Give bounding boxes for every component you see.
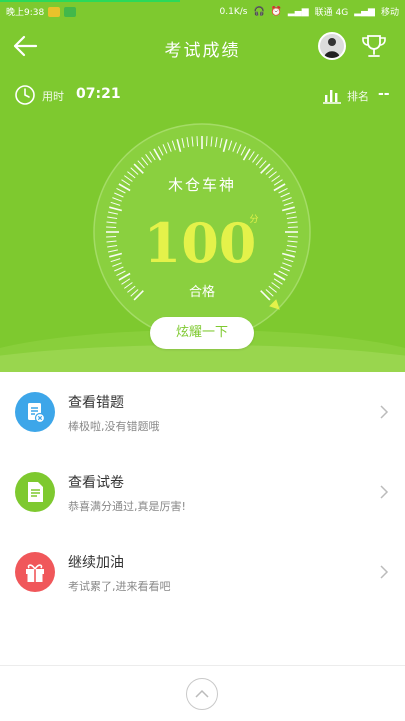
gauge-tick — [287, 236, 298, 238]
gauge-tick — [106, 226, 117, 228]
share-button[interactable]: 炫耀一下 — [150, 317, 254, 349]
action-list: 查看错题 棒极啦,没有错题哦 查看试卷 恭喜满分通过,真是厉害! 继续加油 考试… — [0, 372, 405, 612]
trophy-icon[interactable] — [360, 32, 388, 60]
item-subtitle: 棒极啦,没有错题哦 — [68, 420, 160, 433]
signal-icon-2: ▂▄▆ — [354, 6, 375, 17]
rank-chart-icon — [323, 90, 341, 104]
score-gauge: 木仓车神 100 分 合格 — [93, 123, 311, 341]
score-unit: 分 — [249, 214, 258, 225]
time-rank-row: 用时 07:21 排名 -- — [0, 82, 405, 110]
item-title: 继续加油 — [68, 555, 124, 571]
chevron-right-icon — [380, 565, 389, 579]
exam-paper-icon — [15, 472, 55, 512]
user-avatar-icon — [320, 34, 344, 58]
rank-value: -- — [378, 86, 390, 102]
item-subtitle: 恭喜满分通过,真是厉害! — [68, 500, 186, 513]
wrong-questions-icon — [15, 392, 55, 432]
app-notification-icon — [48, 6, 61, 17]
gauge-tick — [196, 136, 198, 147]
user-name: 木仓车神 — [168, 176, 236, 194]
chevron-right-icon — [380, 485, 389, 499]
list-item-keep-going[interactable]: 继续加油 考试累了,进来看看吧 — [0, 532, 405, 612]
status-time: 晚上9:38 — [6, 8, 45, 18]
signal-icon: ▂▄▆ — [287, 6, 309, 17]
time-used-value: 07:21 — [76, 86, 121, 102]
item-title: 查看错题 — [68, 395, 124, 411]
time-used-label: 用时 — [42, 90, 64, 103]
clock-icon — [15, 85, 35, 105]
network-speed: 0.1K/s — [219, 6, 248, 17]
item-subtitle: 考试累了,进来看看吧 — [68, 580, 171, 593]
headphone-icon: 🎧 — [253, 6, 265, 17]
item-title: 查看试卷 — [68, 475, 124, 491]
carrier-label-2: 移动 — [380, 8, 399, 18]
chevron-up-icon — [195, 689, 209, 698]
scroll-up-button[interactable] — [186, 678, 218, 710]
status-bar: 晚上9:38 0.1K/s 🎧 ⏰ ▂▄▆ 联通 4G ▂▄▆ 移动 — [0, 0, 405, 20]
gauge-tick — [206, 136, 208, 147]
avatar[interactable] — [318, 32, 346, 60]
wechat-notification-icon — [64, 6, 77, 17]
pass-verdict: 合格 — [189, 284, 215, 300]
gauge-tick — [287, 226, 298, 228]
result-header-panel: 晚上9:38 0.1K/s 🎧 ⏰ ▂▄▆ 联通 4G ▂▄▆ 移动 考试成绩 — [0, 0, 405, 372]
decor-wave-2 — [0, 345, 405, 372]
score-value: 100 — [144, 211, 257, 275]
list-item-exam-paper[interactable]: 查看试卷 恭喜满分通过,真是厉害! — [0, 452, 405, 532]
gauge-tick — [106, 236, 117, 238]
list-item-wrong-questions[interactable]: 查看错题 棒极啦,没有错题哦 — [0, 372, 405, 452]
rank-label: 排名 — [347, 90, 369, 103]
gift-icon — [15, 552, 55, 592]
top-nav: 考试成绩 — [0, 22, 405, 70]
chevron-right-icon — [380, 405, 389, 419]
carrier-label: 联通 4G — [314, 8, 349, 18]
alarm-icon: ⏰ — [270, 6, 282, 17]
bottom-bar — [0, 665, 405, 721]
